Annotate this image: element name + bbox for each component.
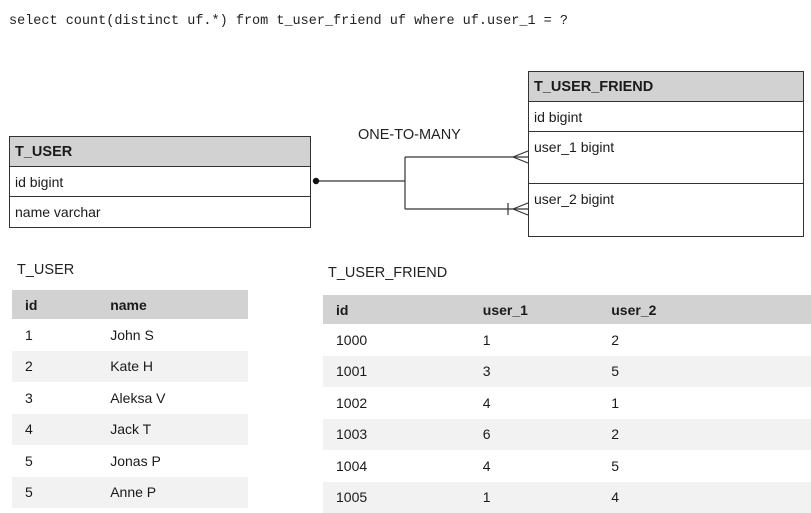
table-row: 100445 xyxy=(323,450,811,482)
friends-cell: 2 xyxy=(598,324,811,356)
friends-header-user-2: user_2 xyxy=(598,295,811,324)
friends-cell: 2 xyxy=(598,419,811,451)
friends-table: iduser_1user_2 1000121001351002411003621… xyxy=(323,295,811,513)
friends-cell: 3 xyxy=(470,356,598,388)
users-cell: 5 xyxy=(12,477,97,509)
friends-table-caption: T_USER_FRIEND xyxy=(328,265,447,281)
friends-cell: 6 xyxy=(470,419,598,451)
friends-cell: 4 xyxy=(598,482,811,513)
users-cell: Jonas P xyxy=(97,445,248,477)
friends-cell: 5 xyxy=(598,450,811,482)
friends-cell: 1 xyxy=(598,387,811,419)
table-row: 100012 xyxy=(323,324,811,356)
crows-foot-lower xyxy=(513,157,528,163)
table-row: 1John S xyxy=(12,319,248,351)
users-cell: 3 xyxy=(12,382,97,414)
users-cell: 4 xyxy=(12,414,97,446)
friends-cell: 1004 xyxy=(323,450,470,482)
friends-cell: 4 xyxy=(470,387,598,419)
users-table-caption: T_USER xyxy=(17,262,74,278)
friends-cell: 1003 xyxy=(323,419,470,451)
users-cell: 5 xyxy=(12,445,97,477)
crows-foot-2-lower xyxy=(513,209,528,215)
table-row: 100514 xyxy=(323,482,811,513)
table-row: 4Jack T xyxy=(12,414,248,446)
friends-cell: 1005 xyxy=(323,482,470,513)
friends-cell: 1001 xyxy=(323,356,470,388)
table-row: 5Anne P xyxy=(12,477,248,509)
users-cell: Jack T xyxy=(97,414,248,446)
crows-foot-2-upper xyxy=(513,203,528,209)
friends-cell: 4 xyxy=(470,450,598,482)
friends-cell: 1002 xyxy=(323,387,470,419)
users-cell: 1 xyxy=(12,319,97,351)
friends-cell: 1000 xyxy=(323,324,470,356)
friends-cell: 5 xyxy=(598,356,811,388)
users-header-name: name xyxy=(97,290,248,319)
table-row: 100135 xyxy=(323,356,811,388)
friends-cell: 1 xyxy=(470,324,598,356)
users-cell: John S xyxy=(97,319,248,351)
users-table: idname 1John S2Kate H3Aleksa V4Jack T5Jo… xyxy=(12,290,248,508)
table-row: 2Kate H xyxy=(12,351,248,383)
table-row: 5Jonas P xyxy=(12,445,248,477)
one-side-dot xyxy=(313,178,319,184)
users-cell: Anne P xyxy=(97,477,248,509)
friends-header-id: id xyxy=(323,295,470,324)
friends-cell: 1 xyxy=(470,482,598,513)
users-cell: 2 xyxy=(12,351,97,383)
users-cell: Kate H xyxy=(97,351,248,383)
crows-foot-upper xyxy=(513,151,528,157)
table-row: 100241 xyxy=(323,387,811,419)
users-cell: Aleksa V xyxy=(97,382,248,414)
table-row: 3Aleksa V xyxy=(12,382,248,414)
friends-header-user-1: user_1 xyxy=(470,295,598,324)
users-header-id: id xyxy=(12,290,97,319)
table-row: 100362 xyxy=(323,419,811,451)
